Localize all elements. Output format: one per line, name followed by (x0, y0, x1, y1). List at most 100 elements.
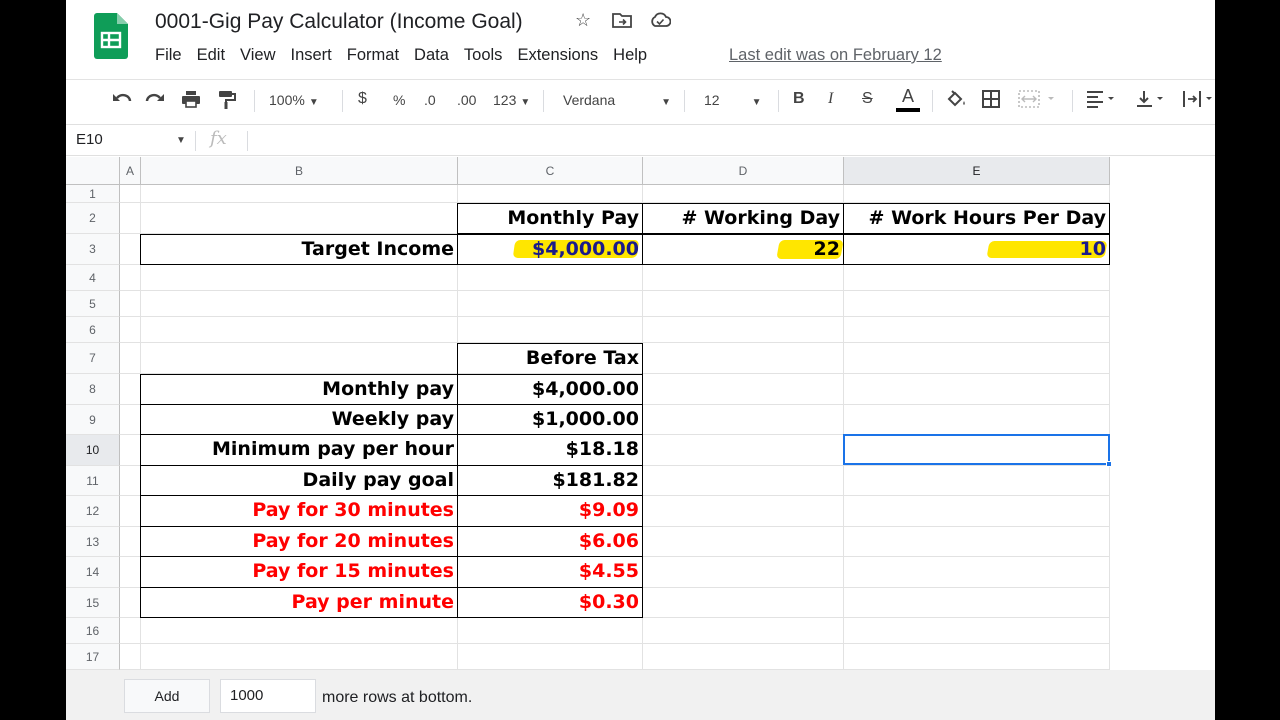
column-header-d[interactable]: D (643, 157, 844, 185)
cell-c2[interactable]: Monthly Pay (457, 203, 643, 234)
menu-edit[interactable]: Edit (197, 46, 225, 68)
font-size-select[interactable]: 12 ▼ (704, 92, 761, 108)
sheets-app: 0001-Gig Pay Calculator (Income Goal) ☆ … (66, 0, 1215, 720)
cell-b13[interactable]: Pay for 20 minutes (140, 526, 458, 557)
move-folder-icon[interactable] (612, 12, 632, 33)
name-box[interactable]: E10 (76, 131, 103, 148)
row-header[interactable]: 16 (66, 618, 120, 644)
function-icon: fx (210, 128, 227, 149)
row-header[interactable]: 11 (66, 466, 120, 496)
fill-handle[interactable] (1106, 461, 1112, 467)
print-icon[interactable] (181, 90, 201, 113)
cell-c15[interactable]: $0.30 (457, 587, 643, 618)
chevron-down-icon[interactable]: ▼ (176, 135, 186, 146)
currency-format-button[interactable]: $ (358, 90, 367, 108)
row-header[interactable]: 4 (66, 265, 120, 291)
zoom-select[interactable]: 100% ▼ (269, 92, 319, 108)
text-wrapping-icon[interactable] (1183, 90, 1215, 113)
redo-icon[interactable] (145, 90, 165, 113)
cell-e2[interactable]: # Work Hours Per Day (843, 203, 1110, 234)
cell-c12[interactable]: $9.09 (457, 495, 643, 527)
cell-b15[interactable]: Pay per minute (140, 587, 458, 618)
borders-icon[interactable] (982, 90, 1000, 113)
column-header-b[interactable]: B (141, 157, 458, 185)
last-edit-link[interactable]: Last edit was on February 12 (729, 46, 942, 65)
cell-c11[interactable]: $181.82 (457, 465, 643, 496)
cell-c3[interactable]: $4,000.00 (457, 234, 643, 265)
cell-b8[interactable]: Monthly pay (140, 374, 458, 405)
menu-tools[interactable]: Tools (464, 46, 503, 68)
paint-format-icon[interactable] (218, 90, 236, 115)
chevron-down-icon: ▼ (520, 97, 531, 108)
row-header[interactable]: 15 (66, 588, 120, 618)
row-header[interactable]: 1 (66, 185, 120, 203)
row-header[interactable]: 9 (66, 405, 120, 435)
row-header[interactable]: 5 (66, 291, 120, 317)
row-header[interactable]: 10 (66, 435, 120, 466)
cell-b3[interactable]: Target Income (140, 234, 458, 265)
formula-bar: E10 ▼ fx (66, 124, 1215, 156)
menu-data[interactable]: Data (414, 46, 449, 68)
row-header[interactable]: 2 (66, 203, 120, 234)
cell-c14[interactable]: $4.55 (457, 556, 643, 588)
text-color-swatch (896, 108, 920, 112)
menu-format[interactable]: Format (347, 46, 399, 68)
column-header-a[interactable]: A (120, 157, 141, 185)
column-header-c[interactable]: C (458, 157, 643, 185)
menu-help[interactable]: Help (613, 46, 647, 68)
strikethrough-button[interactable]: S (862, 90, 873, 108)
menu-file[interactable]: File (155, 46, 182, 68)
horizontal-align-icon[interactable] (1086, 90, 1116, 113)
row-header[interactable]: 3 (66, 234, 120, 265)
star-icon[interactable]: ☆ (575, 10, 591, 31)
cell-b10[interactable]: Minimum pay per hour (140, 434, 458, 466)
bold-button[interactable]: B (793, 90, 805, 108)
cell-c7[interactable]: Before Tax (457, 343, 643, 375)
font-family-value: Verdana (563, 92, 616, 108)
percent-format-button[interactable]: % (393, 92, 405, 108)
row-header[interactable]: 8 (66, 374, 120, 405)
cell-d3[interactable]: 22 (642, 234, 844, 265)
column-header-e[interactable]: E (844, 157, 1110, 185)
menu-view[interactable]: View (240, 46, 275, 68)
cell-d2[interactable]: # Working Day (642, 203, 844, 234)
cell-c13[interactable]: $6.06 (457, 526, 643, 557)
rows-count-input[interactable]: 1000 (220, 679, 316, 713)
decrease-decimal-button[interactable]: .0 (424, 92, 436, 108)
document-title[interactable]: 0001-Gig Pay Calculator (Income Goal) (155, 10, 523, 34)
row-header[interactable]: 7 (66, 343, 120, 374)
row-header[interactable]: 17 (66, 644, 120, 670)
row-header[interactable]: 12 (66, 496, 120, 527)
menu-extensions[interactable]: Extensions (517, 46, 598, 68)
cell-c9[interactable]: $1,000.00 (457, 404, 643, 435)
row-header[interactable]: 14 (66, 557, 120, 588)
chevron-down-icon: ▼ (308, 97, 319, 108)
add-rows-button[interactable]: Add (124, 679, 210, 713)
cloud-status-icon[interactable] (649, 12, 672, 33)
merge-cells-icon[interactable] (1018, 90, 1056, 113)
text-color-button[interactable]: A (896, 86, 920, 112)
select-all-corner[interactable] (66, 157, 120, 185)
sheets-logo-icon[interactable] (94, 13, 128, 59)
undo-icon[interactable] (112, 90, 132, 113)
row-header[interactable]: 13 (66, 527, 120, 557)
more-formats-select[interactable]: 123 ▼ (493, 92, 530, 108)
cell-b12[interactable]: Pay for 30 minutes (140, 495, 458, 527)
menu-insert[interactable]: Insert (291, 46, 332, 68)
fill-color-icon[interactable] (946, 90, 966, 113)
selected-cell-e10[interactable] (843, 434, 1110, 465)
increase-decimal-button[interactable]: .00 (457, 92, 476, 108)
cell-e3[interactable]: 10 (843, 234, 1110, 265)
row-header[interactable]: 6 (66, 317, 120, 343)
cell-b11[interactable]: Daily pay goal (140, 465, 458, 496)
font-size-value: 12 (704, 92, 720, 108)
font-family-select[interactable]: Verdana ▼ (563, 92, 671, 108)
rows-suffix-label: more rows at bottom. (322, 689, 473, 706)
cell-b14[interactable]: Pay for 15 minutes (140, 556, 458, 588)
cell-b9[interactable]: Weekly pay (140, 404, 458, 435)
vertical-align-icon[interactable] (1136, 90, 1166, 113)
italic-button[interactable]: I (828, 90, 833, 108)
cell-c10[interactable]: $18.18 (457, 434, 643, 466)
chevron-down-icon: ▼ (751, 97, 762, 108)
cell-c8[interactable]: $4,000.00 (457, 374, 643, 405)
